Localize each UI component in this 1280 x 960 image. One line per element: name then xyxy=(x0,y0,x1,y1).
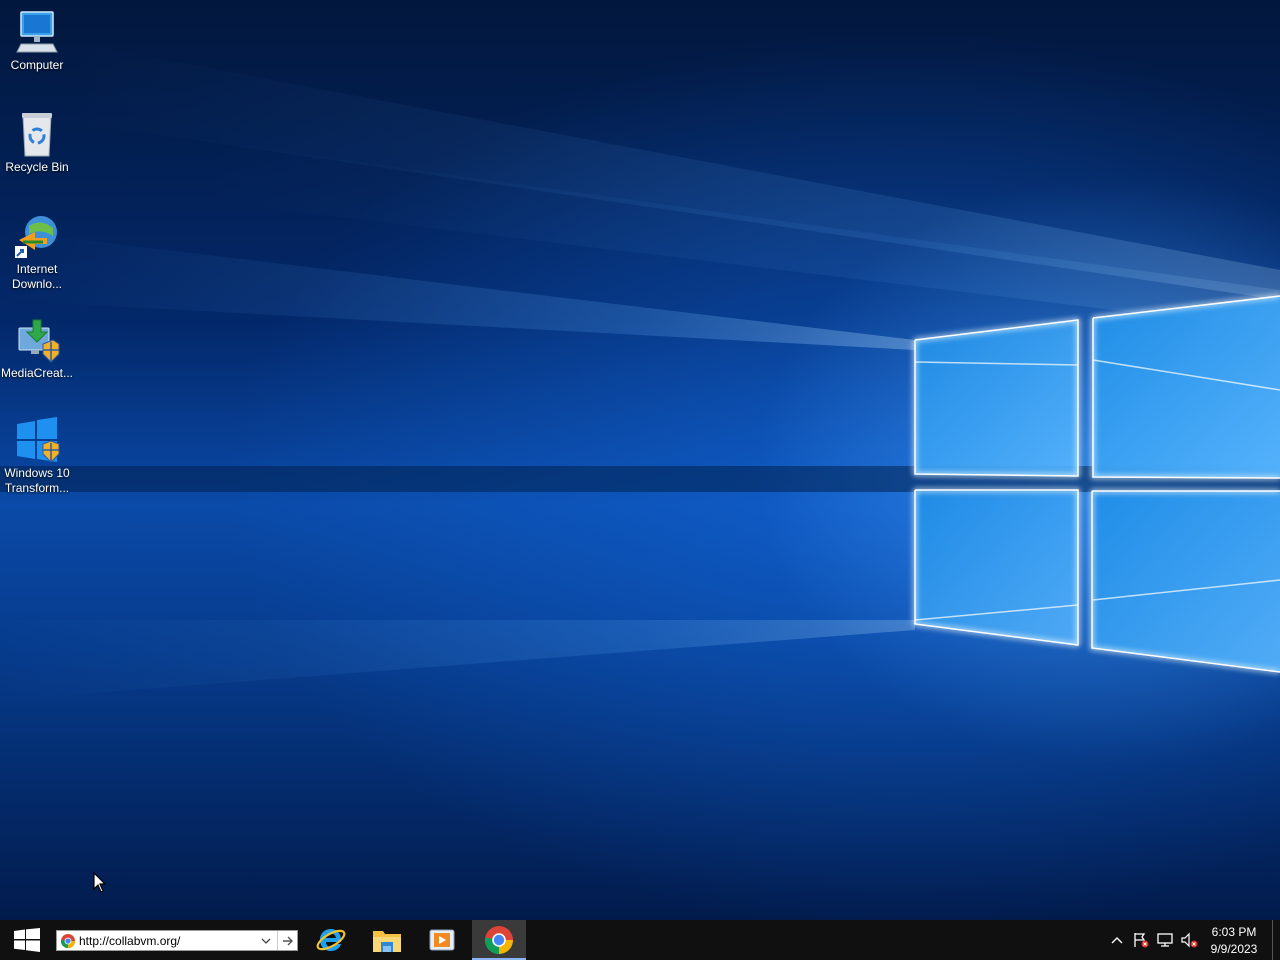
chrome-icon xyxy=(61,933,75,948)
address-toolbar[interactable] xyxy=(56,930,298,951)
clock-time: 6:03 PM xyxy=(1211,925,1257,939)
taskbar-clock[interactable]: 6:03 PM 9/9/2023 xyxy=(1203,924,1265,958)
taskbar: 6:03 PM 9/9/2023 xyxy=(0,920,1280,960)
desktop-icon-recycle-bin[interactable]: Recycle Bin xyxy=(0,110,74,175)
network-icon[interactable] xyxy=(1156,932,1174,948)
address-input[interactable] xyxy=(79,933,249,948)
recycle-bin-icon xyxy=(22,113,52,157)
desktop-icon-media-creation-tool[interactable]: MediaCreat... xyxy=(0,316,74,381)
volume-muted-icon[interactable] xyxy=(1180,932,1198,948)
chevron-down-icon xyxy=(261,938,271,944)
clock-date: 9/9/2023 xyxy=(1210,942,1258,956)
show-desktop-button[interactable] xyxy=(1272,920,1280,960)
taskbar-app-file-explorer[interactable] xyxy=(360,920,414,960)
desktop-icon-windows-10-transformation[interactable]: Windows 10 Transform... xyxy=(0,416,74,496)
desktop-icon-internet-download-manager[interactable]: Internet Downlo... xyxy=(0,212,74,292)
taskbar-app-media-player[interactable] xyxy=(415,920,469,960)
internet-download-manager-icon xyxy=(15,216,57,258)
show-hidden-icons-chevron[interactable] xyxy=(1108,932,1126,948)
taskbar-app-internet-explorer[interactable] xyxy=(304,920,358,960)
desktop-icon-label: Recycle Bin xyxy=(5,160,69,174)
desktop-icon-computer[interactable]: Computer xyxy=(0,8,74,73)
action-center-flag-icon[interactable] xyxy=(1132,932,1150,948)
file-explorer-icon xyxy=(373,931,401,952)
chrome-icon xyxy=(484,926,513,955)
computer-icon xyxy=(16,11,58,53)
desktop-icon-label: Computer xyxy=(10,58,64,72)
address-go-button[interactable] xyxy=(277,931,298,950)
mouse-pointer-icon xyxy=(93,872,107,893)
start-button[interactable] xyxy=(0,920,54,960)
desktop-icon-label: Windows 10 Transform... xyxy=(4,466,70,495)
taskbar-app-google-chrome[interactable] xyxy=(472,920,526,960)
media-player-icon xyxy=(429,929,455,951)
address-dropdown-button[interactable] xyxy=(257,931,275,950)
internet-explorer-icon xyxy=(316,929,346,951)
desktop-icon-label: MediaCreat... xyxy=(0,366,74,380)
desktop-icon-label: Internet Downlo... xyxy=(11,262,63,291)
wallpaper xyxy=(0,40,1280,700)
arrow-right-icon xyxy=(283,936,293,945)
desktop[interactable]: Computer Recycle Bin Internet Downlo... xyxy=(0,0,1280,920)
windows-logo-icon xyxy=(14,928,40,952)
media-creation-tool-icon xyxy=(18,319,60,363)
windows-10-transformation-icon xyxy=(17,417,60,463)
